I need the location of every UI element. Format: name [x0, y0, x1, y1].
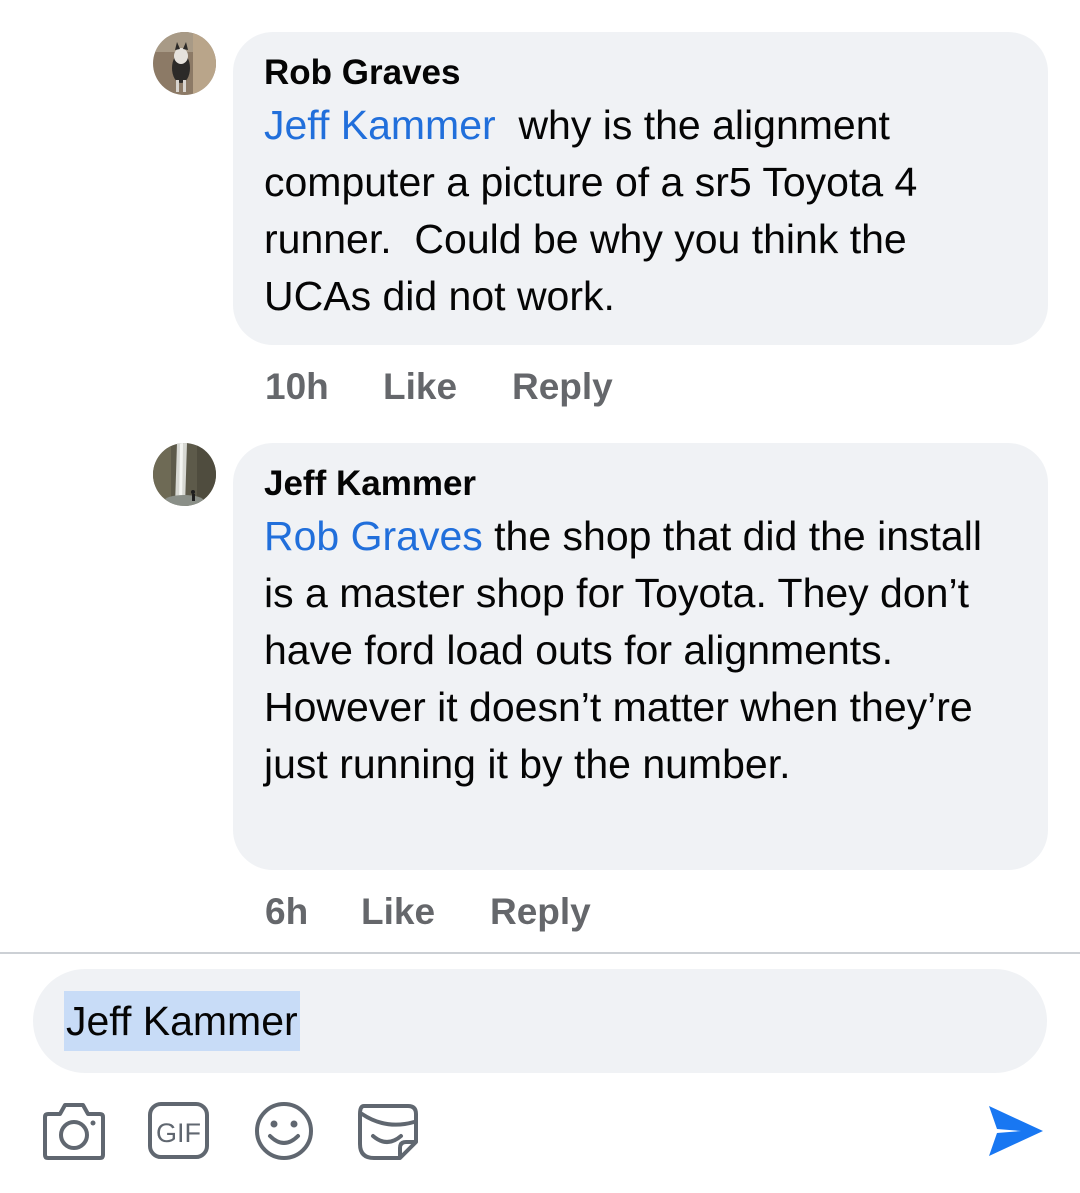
camera-icon[interactable]: [42, 1100, 106, 1162]
divider: [0, 952, 1080, 954]
comment-timestamp: 6h: [265, 891, 309, 932]
mention-link[interactable]: Rob Graves: [264, 513, 483, 559]
reply-button[interactable]: Reply: [490, 891, 591, 933]
comment-actions: 10h Like Reply: [265, 364, 613, 410]
avatar[interactable]: [153, 32, 216, 95]
comment-bubble: Rob Graves Jeff Kammer why is the alignm…: [233, 32, 1048, 345]
comment-input[interactable]: Jeff Kammer: [33, 969, 1047, 1073]
comment-author[interactable]: Jeff Kammer: [264, 463, 1018, 505]
mention-link[interactable]: Jeff Kammer: [264, 102, 496, 148]
comment-timestamp: 10h: [265, 366, 329, 407]
send-icon[interactable]: [985, 1100, 1047, 1162]
gif-icon[interactable]: GIF: [147, 1100, 211, 1162]
like-button[interactable]: Like: [361, 891, 490, 933]
comment-text: Jeff Kammer why is the alignment compute…: [264, 97, 1018, 325]
gif-label: GIF: [156, 1118, 201, 1148]
reply-button[interactable]: Reply: [512, 366, 613, 408]
comment-text: Rob Graves the shop that did the install…: [264, 508, 1018, 793]
like-button[interactable]: Like: [383, 366, 512, 408]
sticker-icon[interactable]: [356, 1100, 422, 1164]
avatar[interactable]: [153, 443, 216, 506]
comment-actions: 6h Like Reply: [265, 889, 591, 935]
comment-bubble: Jeff Kammer Rob Graves the shop that did…: [233, 443, 1048, 870]
comment-input-text[interactable]: Jeff Kammer: [64, 991, 300, 1051]
emoji-icon[interactable]: [252, 1100, 316, 1162]
comment-author[interactable]: Rob Graves: [264, 52, 1018, 94]
